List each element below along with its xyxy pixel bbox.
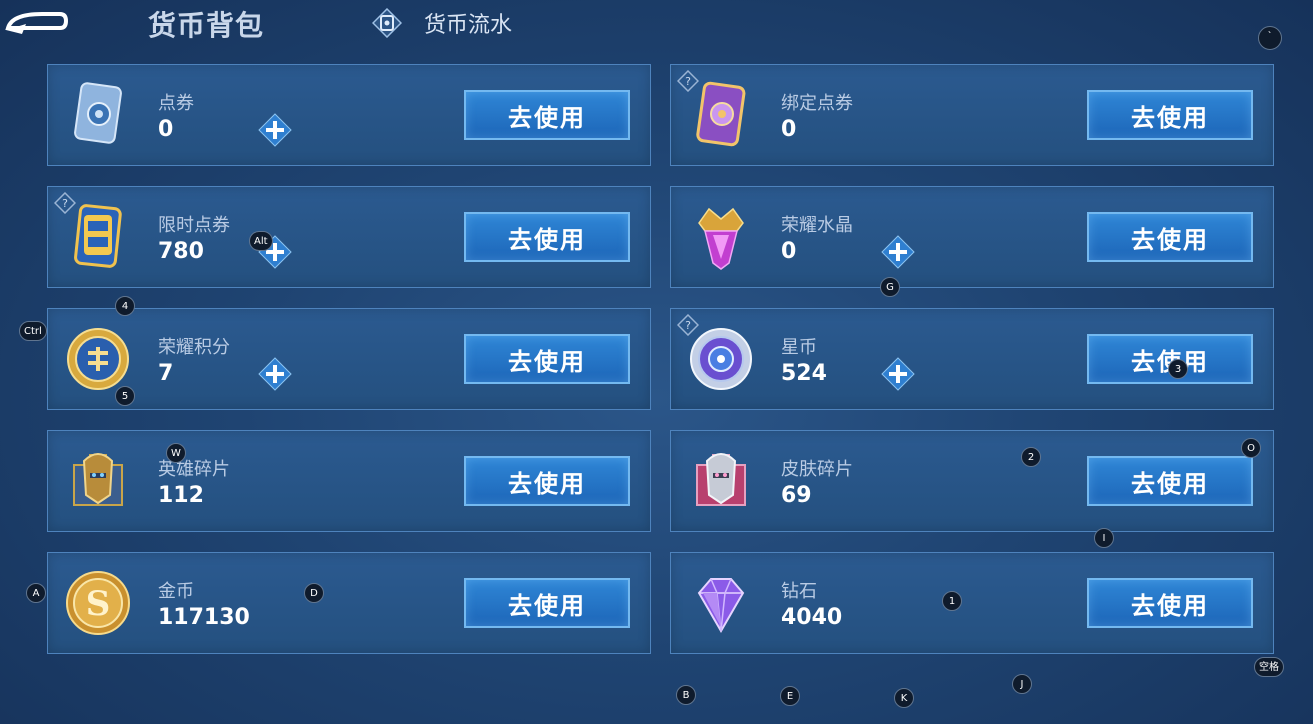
currency-label: 荣耀水晶 (781, 215, 853, 236)
currency-flow-label: 货币流水 (424, 13, 513, 38)
key-marker-alt: Alt (249, 231, 273, 251)
glory-points-icon (66, 323, 130, 395)
gold-coin-icon: S (66, 567, 130, 639)
corner-key-marker: ` (1258, 26, 1282, 50)
svg-text:S: S (86, 584, 111, 624)
add-ticket-button[interactable] (258, 113, 292, 147)
currency-label: 钻石 (781, 581, 817, 602)
add-star-coin-button[interactable] (881, 357, 915, 391)
use-diamond-button[interactable]: 去使用 (1087, 578, 1253, 628)
skin-fragment-icon (689, 445, 753, 517)
key-marker-k: K (894, 688, 914, 708)
back-button[interactable] (2, 4, 69, 38)
currency-card-diamond: 钻石 4040 去使用 (670, 552, 1274, 654)
plus-icon (881, 235, 915, 269)
key-marker-1: 1 (942, 591, 962, 611)
key-marker-a: A (26, 583, 46, 603)
currency-card-glory-crystal: 荣耀水晶 0 去使用 (670, 186, 1274, 288)
currency-value: 69 (781, 483, 812, 508)
currency-label: 限时点券 (158, 215, 230, 236)
glory-crystal-icon (689, 201, 753, 273)
currency-value: 780 (158, 239, 204, 264)
use-glory-crystal-button[interactable]: 去使用 (1087, 212, 1253, 262)
currency-card-skin-fragment: 皮肤碎片 69 去使用 (670, 430, 1274, 532)
use-skin-fragment-button[interactable]: 去使用 (1087, 456, 1253, 506)
key-marker-space: 空格 (1254, 657, 1284, 677)
key-marker-b: B (676, 685, 696, 705)
currency-card-glory-points: 荣耀积分 7 去使用 (47, 308, 651, 410)
key-marker-4: 4 (115, 296, 135, 316)
key-marker-3: 3 (1168, 359, 1188, 379)
ticket-icon (66, 79, 130, 151)
use-limited-ticket-button[interactable]: 去使用 (464, 212, 630, 262)
star-coin-icon (689, 323, 753, 395)
currency-card-hero-fragment: 英雄碎片 112 去使用 (47, 430, 651, 532)
currency-flow-tab[interactable]: 货币流水 (372, 6, 512, 40)
currency-card-ticket: 点券 0 去使用 (47, 64, 651, 166)
key-marker-o: O (1241, 438, 1261, 458)
diamond-icon (689, 567, 753, 639)
currency-card-star-coin: ? 星币 524 去使用 (670, 308, 1274, 410)
currency-value: 524 (781, 361, 827, 386)
currency-label: 皮肤碎片 (781, 459, 853, 480)
currency-value: 0 (781, 117, 797, 142)
key-marker-i: I (1094, 528, 1114, 548)
key-marker-d: D (304, 583, 324, 603)
currency-card-bound-ticket: ? 绑定点券 0 去使用 (670, 64, 1274, 166)
currency-value: 0 (781, 239, 797, 264)
key-marker-g: G (880, 277, 900, 297)
key-marker-ctrl: Ctrl (19, 321, 47, 341)
use-gold-coin-button[interactable]: 去使用 (464, 578, 630, 628)
key-marker-j: J (1012, 674, 1032, 694)
currency-flow-icon (372, 8, 402, 38)
plus-icon (881, 357, 915, 391)
use-star-coin-button[interactable]: 去使用 (1087, 334, 1253, 384)
currency-label: 点券 (158, 93, 194, 114)
currency-label: 金币 (158, 581, 194, 602)
plus-icon (258, 113, 292, 147)
currency-value: 7 (158, 361, 174, 386)
back-arrow-icon (5, 12, 69, 34)
currency-card-gold-coin: S 金币 117130 去使用 (47, 552, 651, 654)
key-marker-5: 5 (115, 386, 135, 406)
top-bar: 货币背包 货币流水 ` (0, 0, 1313, 56)
use-glory-points-button[interactable]: 去使用 (464, 334, 630, 384)
add-glory-points-button[interactable] (258, 357, 292, 391)
currency-value: 0 (158, 117, 174, 142)
key-marker-2: 2 (1021, 447, 1041, 467)
bound-ticket-icon (689, 79, 753, 151)
currency-value: 117130 (158, 605, 250, 630)
plus-icon (258, 357, 292, 391)
use-bound-ticket-button[interactable]: 去使用 (1087, 90, 1253, 140)
page-title: 货币背包 (148, 9, 265, 42)
currency-value: 112 (158, 483, 204, 508)
currency-card-limited-ticket: ? 限时点券 780 去使用 (47, 186, 651, 288)
key-marker-e: E (780, 686, 800, 706)
currency-value: 4040 (781, 605, 843, 630)
key-marker-w: W (166, 443, 186, 463)
limited-ticket-icon (66, 201, 130, 273)
currency-label: 星币 (781, 337, 817, 358)
use-hero-fragment-button[interactable]: 去使用 (464, 456, 630, 506)
currency-label: 绑定点券 (781, 93, 853, 114)
add-glory-crystal-button[interactable] (881, 235, 915, 269)
hero-fragment-icon (66, 445, 130, 517)
use-ticket-button[interactable]: 去使用 (464, 90, 630, 140)
currency-label: 荣耀积分 (158, 337, 230, 358)
